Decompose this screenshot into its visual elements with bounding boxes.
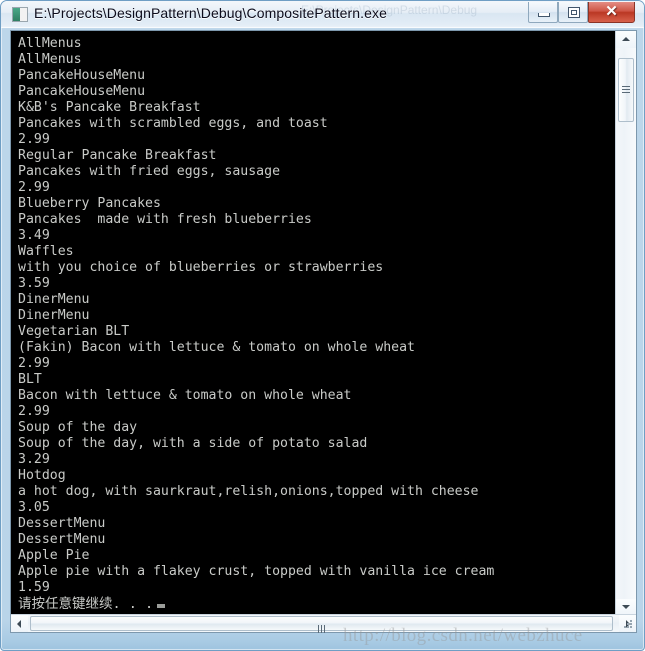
- console-line: Hotdog: [18, 468, 66, 483]
- minimize-icon: [538, 13, 550, 17]
- vertical-scroll-thumb[interactable]: [618, 58, 634, 122]
- console-client-area: AllMenus AllMenus PancakeHouseMenu PancakeH…: [10, 30, 637, 633]
- console-line: 3.29: [18, 452, 50, 467]
- cursor-block: [157, 604, 166, 608]
- horizontal-scrollbar[interactable]: [11, 614, 636, 633]
- console-line: Pancakes with fried eggs, sausage: [18, 164, 281, 179]
- restore-icon: [568, 7, 580, 18]
- console-line: Regular Pancake Breakfast: [18, 148, 217, 163]
- grip-icon: [622, 86, 630, 94]
- console-line: AllMenus: [18, 36, 82, 51]
- console-line: Pancakes with scrambled eggs, and toast: [18, 116, 328, 131]
- console-line: with you choice of blueberries or strawb…: [18, 260, 384, 275]
- horizontal-scroll-thumb[interactable]: [30, 616, 613, 633]
- console-line: Bacon with lettuce & tomato on whole whe…: [18, 388, 352, 403]
- console-line: 2.99: [18, 356, 50, 371]
- console-line: K&B's Pancake Breakfast: [18, 100, 201, 115]
- resize-grip-icon[interactable]: [622, 618, 634, 630]
- scroll-up-button[interactable]: [616, 31, 636, 48]
- console-line: 2.99: [18, 132, 50, 147]
- console-line: BLT: [18, 372, 42, 387]
- console-prompt-line: 请按任意键继续. . .: [18, 596, 615, 612]
- scroll-left-button[interactable]: [11, 615, 28, 632]
- console-line: Vegetarian BLT: [18, 324, 130, 339]
- console-line: 2.99: [18, 180, 50, 195]
- console-line: Apple pie with a flakey crust, topped wi…: [18, 564, 495, 579]
- console-line: a hot dog, with saurkraut,relish,onions,…: [18, 484, 479, 499]
- grip-icon: [318, 620, 327, 633]
- console-prompt-text: 请按任意键继续. . .: [18, 596, 154, 612]
- console-line: Blueberry Pancakes: [18, 196, 161, 211]
- console-line: 3.59: [18, 276, 50, 291]
- console-line: Waffles: [18, 244, 74, 259]
- close-icon: ✕: [605, 3, 618, 20]
- maximize-button[interactable]: [558, 2, 588, 23]
- console-line: PancakeHouseMenu: [18, 68, 146, 83]
- console-line: 3.05: [18, 500, 50, 515]
- close-button[interactable]: ✕: [588, 2, 635, 23]
- chevron-down-icon: [622, 605, 630, 609]
- console-line: Apple Pie: [18, 548, 90, 563]
- console-app-icon: [12, 7, 28, 22]
- console-line: DessertMenu: [18, 532, 106, 547]
- console-line: DessertMenu: [18, 516, 106, 531]
- console-line: 2.99: [18, 404, 50, 419]
- console-output[interactable]: AllMenus AllMenus PancakeHouseMenu PancakeH…: [11, 31, 615, 616]
- console-line: DinerMenu: [18, 292, 90, 307]
- console-window: E:\Projects\DesignPattern\Debug E:\Proje…: [0, 0, 645, 651]
- chevron-up-icon: [622, 37, 630, 41]
- vertical-scrollbar[interactable]: [615, 31, 636, 616]
- chevron-left-icon: [17, 620, 21, 628]
- console-line: Pancakes made with fresh blueberries: [18, 212, 312, 227]
- console-line: DinerMenu: [18, 308, 90, 323]
- console-line: (Fakin) Bacon with lettuce & tomato on w…: [18, 340, 415, 355]
- console-line: Soup of the day, with a side of potato s…: [18, 436, 368, 451]
- console-line: PancakeHouseMenu: [18, 84, 146, 99]
- console-line: AllMenus: [18, 52, 82, 67]
- console-line: Soup of the day: [18, 420, 138, 435]
- console-line: 1.59: [18, 580, 50, 595]
- minimize-button[interactable]: [528, 2, 558, 23]
- console-line: 3.49: [18, 228, 50, 243]
- window-title: E:\Projects\DesignPattern\Debug\Composit…: [34, 5, 388, 21]
- title-bar[interactable]: E:\Projects\DesignPattern\Debug E:\Proje…: [1, 1, 644, 28]
